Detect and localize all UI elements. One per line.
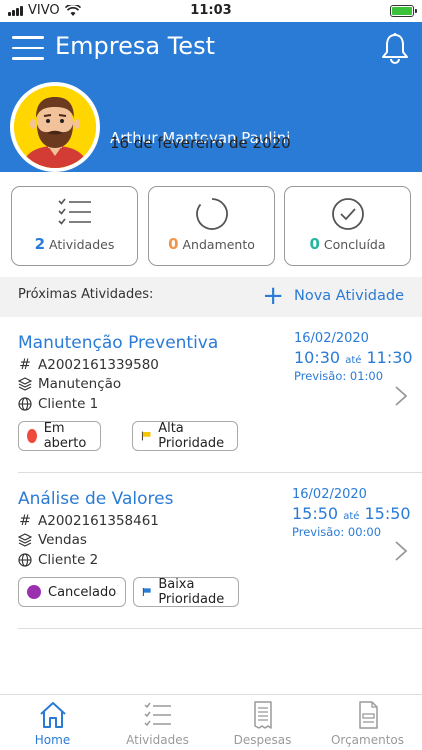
avatar-image	[14, 86, 96, 168]
tab-atividades-label: Atividades	[126, 733, 189, 747]
receipt-icon	[253, 701, 272, 729]
activity-forecast: Previsão: 00:00	[292, 525, 382, 539]
activity-schedule: 16/02/2020 15:50 até 15:50 Previsão: 00:…	[292, 487, 411, 539]
status-dot-icon	[27, 429, 37, 443]
avatar[interactable]	[10, 82, 100, 172]
activity-code: A2002161358461	[38, 513, 159, 529]
menu-button[interactable]	[12, 36, 44, 60]
concluida-label: Concluída	[323, 237, 386, 252]
atividades-count: 2	[34, 235, 46, 253]
new-activity-label: Nova Atividade	[294, 288, 404, 304]
activity-start: 15:50	[292, 504, 339, 523]
spinner-icon	[195, 198, 228, 230]
card-andamento[interactable]: 0 Andamento	[148, 186, 275, 266]
layers-icon	[18, 533, 32, 547]
activity-date: 16/02/2020	[292, 487, 367, 502]
activity-code: A2002161339580	[38, 357, 159, 373]
flag-icon	[141, 431, 151, 441]
activity-end: 11:30	[366, 348, 413, 367]
status-time: 11:03	[190, 3, 232, 18]
chevron-right-icon	[395, 541, 408, 561]
menu-icon	[12, 36, 44, 39]
tab-home[interactable]: Home	[0, 695, 105, 750]
section-title: Próximas Atividades:	[18, 287, 154, 302]
card-atividades[interactable]: 2 Atividades	[11, 186, 138, 266]
divider	[18, 472, 422, 473]
tab-orcamentos-label: Orçamentos	[330, 733, 405, 747]
tab-bar: Home Atividades Despesas Orçamentos	[0, 694, 422, 750]
hash-icon: #	[19, 357, 31, 373]
activity-item[interactable]: Manutenção Preventiva # A2002161339580 Ma…	[0, 322, 422, 474]
priority-badge: Baixa Prioridade	[133, 577, 239, 607]
tab-atividades[interactable]: Atividades	[105, 695, 210, 750]
tab-despesas-label: Despesas	[233, 733, 292, 747]
priority-badge: Alta Prioridade	[132, 421, 238, 451]
card-concluida[interactable]: 0 Concluída	[284, 186, 411, 266]
activity-category: Vendas	[38, 532, 87, 548]
activity-client: Cliente 2	[38, 552, 99, 568]
divider	[18, 628, 422, 629]
notifications-button[interactable]	[380, 32, 410, 64]
hash-icon: #	[19, 513, 31, 529]
status-badge: Em aberto	[18, 421, 101, 451]
activity-title: Análise de Valores	[18, 489, 174, 509]
flag-icon	[142, 588, 151, 596]
battery-icon	[390, 5, 417, 17]
activity-date: 16/02/2020	[294, 331, 369, 346]
tab-despesas[interactable]: Despesas	[210, 695, 315, 750]
tab-home-label: Home	[34, 733, 71, 747]
checklist-icon	[57, 198, 91, 225]
activity-category: Manutenção	[38, 376, 122, 392]
status-bar: VIVO 11:03	[0, 0, 422, 22]
new-activity-button[interactable]: + Nova Atividade	[262, 283, 404, 309]
activity-forecast: Previsão: 01:00	[294, 369, 384, 383]
activity-schedule: 16/02/2020 10:30 até 11:30 Previsão: 01:…	[294, 331, 413, 383]
activity-end: 15:50	[364, 504, 411, 523]
globe-icon	[18, 397, 32, 411]
bell-icon	[382, 33, 408, 64]
home-icon	[39, 702, 66, 728]
status-badge: Cancelado	[18, 577, 127, 607]
globe-icon	[18, 553, 32, 567]
check-circle-icon	[331, 198, 364, 230]
app-title: Empresa Test	[55, 32, 215, 60]
activity-start: 10:30	[294, 348, 341, 367]
status-dot-icon	[27, 585, 41, 599]
document-icon	[358, 701, 378, 729]
user-date: 16 de fevereiro de 2020	[110, 134, 291, 152]
checklist-icon	[143, 702, 171, 727]
tab-orcamentos[interactable]: Orçamentos	[315, 695, 420, 750]
activity-client: Cliente 1	[38, 396, 99, 412]
activity-item[interactable]: Análise de Valores # A2002161358461 Venda…	[0, 478, 422, 630]
andamento-label: Andamento	[182, 237, 255, 252]
layers-icon	[18, 377, 32, 391]
activity-title: Manutenção Preventiva	[18, 333, 219, 353]
atividades-label: Atividades	[49, 237, 115, 252]
concluida-count: 0	[309, 235, 320, 253]
chevron-right-icon	[395, 386, 408, 406]
andamento-count: 0	[168, 235, 179, 253]
plus-icon: +	[262, 281, 284, 311]
section-bar: Próximas Atividades: + Nova Atividade	[0, 277, 422, 317]
